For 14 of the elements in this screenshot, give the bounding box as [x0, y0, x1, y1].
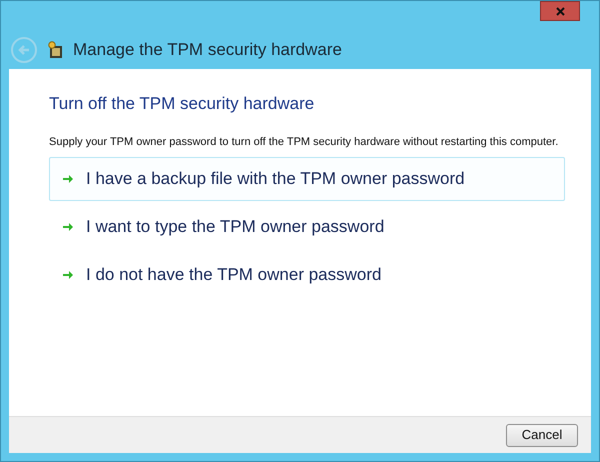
cancel-button[interactable]: Cancel [506, 424, 578, 446]
key-chip-icon [47, 41, 63, 59]
page-heading: Turn off the TPM security hardware [49, 93, 316, 115]
command-link[interactable]: I do not have the TPM owner password [49, 252, 565, 296]
command-link[interactable]: I have a backup file with the TPM owner password [49, 156, 565, 200]
arrow-icon [62, 172, 74, 184]
close-icon [556, 6, 564, 16]
command-link[interactable]: I want to type the TPM owner password [49, 204, 565, 248]
close-button[interactable] [540, 1, 580, 21]
back-arrow-icon [18, 44, 30, 56]
arrow-icon [62, 268, 74, 280]
description-text: Supply your TPM owner password to turn off the TPM security hardware without restarting this computer. [49, 134, 560, 150]
window-title: Manage the TPM security hardware [73, 39, 342, 62]
arrow-icon [62, 220, 74, 232]
